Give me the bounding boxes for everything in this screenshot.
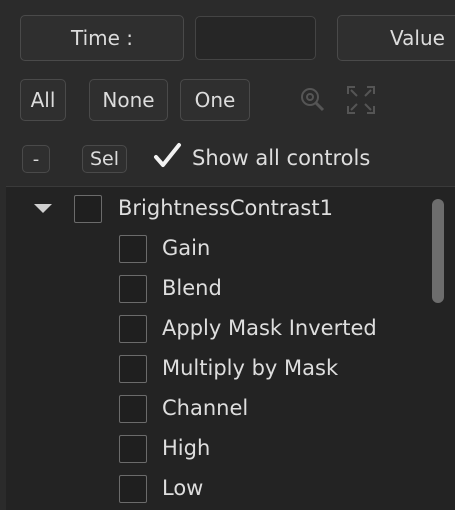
child-checkbox-channel[interactable] (119, 395, 147, 423)
sel-label: Sel (89, 148, 120, 170)
show-all-controls-checkbox[interactable] (152, 141, 182, 171)
expand-caret-icon[interactable] (34, 204, 52, 213)
child-label-low: Low (162, 476, 204, 500)
value-label: Value (390, 26, 445, 50)
value-button[interactable]: Value (337, 15, 455, 61)
child-label-multiply-by-mask: Multiply by Mask (162, 356, 339, 380)
fit-icon[interactable] (344, 83, 378, 117)
controls-tree (6, 186, 455, 510)
show-all-controls-label: Show all controls (192, 146, 371, 170)
child-label-gain: Gain (162, 236, 211, 260)
tree-root-checkbox[interactable] (74, 195, 102, 223)
child-label-channel: Channel (162, 396, 249, 420)
child-checkbox-gain[interactable] (119, 235, 147, 263)
zoom-icon[interactable] (298, 85, 328, 115)
one-button[interactable]: One (180, 79, 250, 121)
one-label: One (194, 88, 236, 112)
all-button[interactable]: All (20, 79, 66, 121)
child-label-blend: Blend (162, 276, 222, 300)
none-button[interactable]: None (89, 79, 168, 121)
time-label: Time : (70, 26, 134, 50)
minus-label: - (32, 148, 40, 170)
child-checkbox-multiply-by-mask[interactable] (119, 355, 147, 383)
tree-root-label: BrightnessContrast1 (118, 196, 333, 220)
tree-scrollbar[interactable] (432, 199, 444, 303)
child-label-high: High (162, 436, 211, 460)
checkmark-icon (154, 143, 181, 167)
child-checkbox-low[interactable] (119, 475, 147, 503)
sel-button[interactable]: Sel (82, 145, 127, 173)
child-checkbox-blend[interactable] (119, 275, 147, 303)
child-label-apply-mask-inverted: Apply Mask Inverted (162, 316, 377, 340)
time-input[interactable] (195, 16, 316, 60)
child-checkbox-apply-mask-inverted[interactable] (119, 315, 147, 343)
child-checkbox-high[interactable] (119, 435, 147, 463)
all-label: All (30, 88, 56, 112)
time-label-button[interactable]: Time : (20, 15, 184, 61)
minus-button[interactable]: - (22, 145, 50, 173)
none-label: None (102, 88, 155, 112)
